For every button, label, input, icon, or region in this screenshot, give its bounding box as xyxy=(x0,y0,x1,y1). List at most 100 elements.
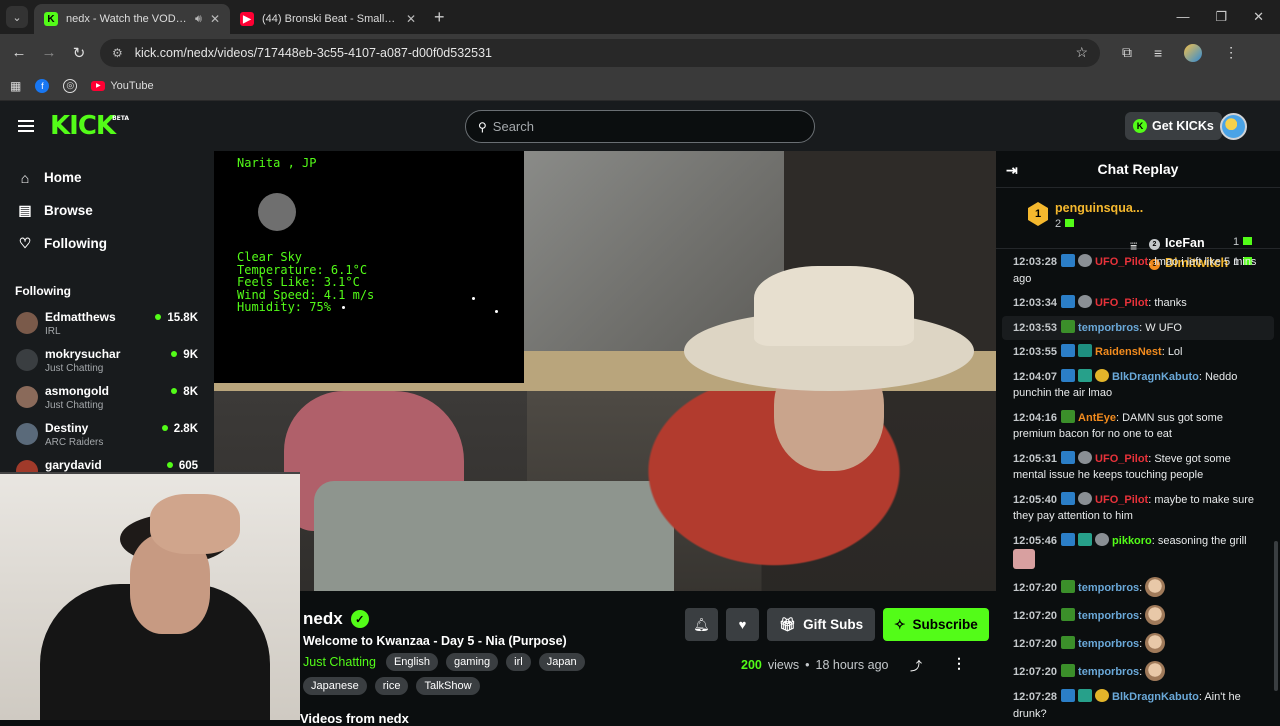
maximize-icon[interactable]: ❐ xyxy=(1215,9,1227,25)
message-time: 12:07:20 xyxy=(1013,610,1058,622)
emote-icon xyxy=(1145,633,1166,653)
close-window-icon[interactable]: ✕ xyxy=(1253,9,1264,25)
search-input[interactable]: ⚲ Search xyxy=(465,110,815,143)
message-time: 12:03:55 xyxy=(1013,346,1058,358)
streamer-avatar xyxy=(16,423,38,445)
bookmark-star-icon[interactable]: ☆ xyxy=(1075,44,1088,61)
notification-bell-button[interactable]: 🔔︎ xyxy=(685,608,718,641)
minimize-icon[interactable]: — xyxy=(1176,9,1189,25)
message-time: 12:07:20 xyxy=(1013,666,1058,678)
chat-username[interactable]: UFO_Pilot xyxy=(1095,256,1148,268)
new-tab-icon[interactable]: + xyxy=(434,7,445,28)
tag-chip[interactable]: rice xyxy=(374,677,409,695)
tag-chip[interactable]: Japanese xyxy=(303,677,367,695)
chat-scrollbar[interactable] xyxy=(1274,541,1278,691)
chat-username[interactable]: temporbros xyxy=(1078,638,1139,650)
viewer-count: 8K xyxy=(171,386,198,398)
emote-icon xyxy=(1145,577,1166,597)
tag-chip[interactable]: TalkShow xyxy=(416,677,480,695)
tab-search-icon[interactable]: ⌄ xyxy=(6,6,28,28)
back-icon[interactable]: ← xyxy=(4,44,34,61)
sidebar-item-browse[interactable]: ▤ Browse xyxy=(0,194,214,227)
chat-username[interactable]: UFO_Pilot xyxy=(1095,494,1148,506)
browser-menu-icon[interactable]: ⋮ xyxy=(1224,44,1238,61)
chat-badge-icon xyxy=(1095,689,1110,702)
viewer-count: 15.8K xyxy=(155,312,198,324)
share-icon[interactable]: ⤴ xyxy=(910,657,922,674)
chat-badge-icon xyxy=(1078,344,1093,357)
chat-badge-icon xyxy=(1061,689,1076,702)
tag-chip[interactable]: irl xyxy=(506,653,531,671)
kick-logo[interactable]: KICK BETA xyxy=(50,111,129,141)
chat-username[interactable]: BlkDragnKabuto xyxy=(1112,371,1199,383)
chat-username[interactable]: BlkDragnKabuto xyxy=(1112,691,1199,703)
chat-username[interactable]: temporbros xyxy=(1078,666,1139,678)
webcam-person-hand xyxy=(150,494,240,554)
youtube-bookmark[interactable]: ▶ YouTube xyxy=(91,79,154,92)
chat-username[interactable]: UFO_Pilot xyxy=(1095,297,1148,309)
browser-tab-kick[interactable]: K nedx - Watch the VOD on Kick 🔊︎ ✕ xyxy=(34,4,230,34)
facebook-bookmark-icon[interactable]: f xyxy=(35,78,50,93)
subscribe-button[interactable]: ✧ Subscribe xyxy=(883,608,989,641)
follow-heart-button[interactable]: ♥ xyxy=(726,608,759,641)
leader-first-count: 2 xyxy=(1055,218,1075,230)
beta-badge: BETA xyxy=(112,115,130,122)
leader-second-name[interactable]: IceFan xyxy=(1165,236,1205,250)
tag-chip[interactable]: English xyxy=(385,653,439,671)
reload-icon[interactable]: ↻ xyxy=(64,44,94,62)
following-item[interactable]: mokrysuchar Just Chatting 9K xyxy=(0,343,214,380)
address-bar[interactable]: ⚙ kick.com/nedx/videos/717448eb-3c55-410… xyxy=(100,38,1100,67)
chat-username[interactable]: AntEye xyxy=(1078,412,1116,424)
chat-panel: ⇥ Chat Replay 1 penguinsqua... 2 2 IceFa… xyxy=(996,151,1280,720)
collapse-chat-icon[interactable]: ⇥ xyxy=(1006,162,1018,179)
chat-message: 12:07:20 temporbros: xyxy=(996,657,1280,685)
tag-chip[interactable]: gaming xyxy=(446,653,499,671)
bookmark-label: YouTube xyxy=(110,79,154,92)
leader-first-name[interactable]: penguinsqua... xyxy=(1055,201,1143,215)
streamer-category: Just Chatting xyxy=(45,363,104,374)
close-tab-icon[interactable]: ✕ xyxy=(406,12,416,26)
browser-tab-youtube[interactable]: ▶ (44) Bronski Beat - Smalltown Boy ✕ xyxy=(230,4,426,34)
apps-grid-icon[interactable]: ▦ xyxy=(10,79,21,93)
message-time: 12:05:31 xyxy=(1013,452,1058,465)
sidebar-item-following[interactable]: ♡ Following xyxy=(0,227,214,260)
streamer-name[interactable]: nedx ✓ xyxy=(303,609,369,629)
extensions-icon[interactable]: ⧉ xyxy=(1122,44,1132,61)
tag-chip[interactable]: Japan xyxy=(538,653,585,671)
forward-icon[interactable]: → xyxy=(34,44,64,61)
chat-username[interactable]: RaidensNest xyxy=(1095,346,1162,358)
speaker-icon[interactable]: 🔊︎ xyxy=(195,13,202,26)
chat-username[interactable]: pikkoro xyxy=(1112,535,1152,547)
user-avatar[interactable] xyxy=(1220,113,1247,140)
following-heading: Following xyxy=(15,284,71,298)
menu-icon[interactable] xyxy=(18,120,34,132)
message-time: 12:05:40 xyxy=(1013,493,1058,506)
following-item[interactable]: asmongold Just Chatting 8K xyxy=(0,380,214,417)
gift-subs-button[interactable]: 🎁︎ Gift Subs xyxy=(767,608,876,641)
profile-avatar[interactable] xyxy=(1184,43,1203,62)
sidebar-item-home[interactable]: ⌂ Home xyxy=(0,161,214,194)
sparkle-icon: ✧ xyxy=(894,616,906,632)
chat-username[interactable]: temporbros xyxy=(1078,582,1139,594)
following-item[interactable]: Destiny ARC Raiders 2.8K xyxy=(0,417,214,454)
close-tab-icon[interactable]: ✕ xyxy=(210,12,220,26)
chat-username[interactable]: temporbros xyxy=(1078,610,1139,622)
overlay-weather: Clear Sky Temperature: 6.1°C Feels Like:… xyxy=(237,251,374,314)
media-controls-icon[interactable]: ≡ xyxy=(1154,45,1162,61)
chat-username[interactable]: temporbros xyxy=(1078,322,1139,334)
filter-icon[interactable]: ⩸ xyxy=(1130,239,1137,254)
get-kicks-button[interactable]: K Get KICKs xyxy=(1125,112,1222,140)
video-player[interactable]: Narita , JP Clear Sky Temperature: 6.1°C… xyxy=(214,151,996,591)
views-label: views xyxy=(767,658,800,672)
chat-username[interactable]: UFO_Pilot xyxy=(1095,453,1148,465)
chat-badge-icon xyxy=(1061,409,1076,423)
category-link[interactable]: Just Chatting xyxy=(303,655,376,669)
chat-messages[interactable]: 12:03:28 UFO_Pilot: lmao i left like 5 mi… xyxy=(996,250,1280,720)
site-header: KICK BETA ⚲ Search K Get KICKs xyxy=(0,101,1280,151)
following-item[interactable]: Edmatthews IRL 15.8K xyxy=(0,306,214,343)
gift-leaderboard: 1 penguinsqua... 2 2 IceFan 1 3 Dimitwit… xyxy=(996,188,1280,270)
message-time: 12:07:28 xyxy=(1013,691,1058,703)
site-info-icon[interactable]: ⚙ xyxy=(112,46,123,60)
globe-bookmark-icon[interactable]: ◎ xyxy=(63,78,78,93)
more-options-icon[interactable]: ⋮ xyxy=(952,655,966,672)
